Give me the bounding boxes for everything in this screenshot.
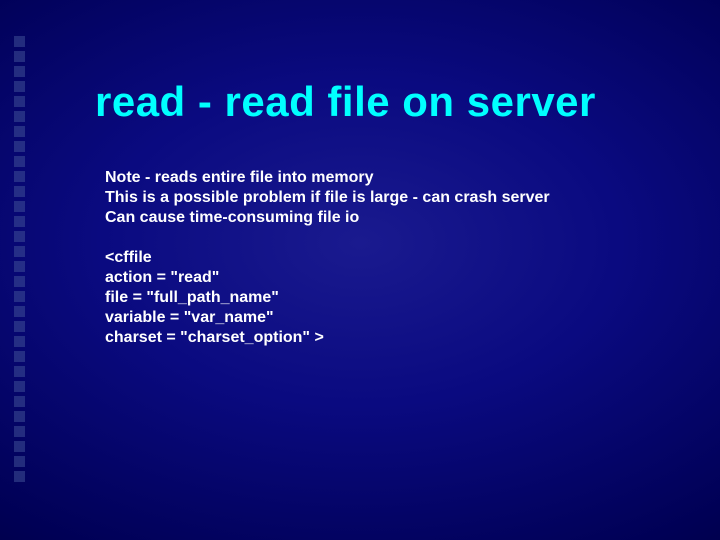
note-line: Can cause time-consuming file io: [105, 208, 550, 228]
slide-title: read - read file on server: [95, 78, 596, 126]
code-line: <cffile: [105, 248, 550, 268]
decorative-dot-strip: [14, 36, 28, 482]
code-line: variable = "var_name": [105, 308, 550, 328]
slide: read - read file on server Note - reads …: [0, 0, 720, 540]
code-line: action = "read": [105, 268, 550, 288]
code-line: charset = "charset_option" >: [105, 328, 550, 348]
code-line: file = "full_path_name": [105, 288, 550, 308]
slide-body: Note - reads entire file into memory Thi…: [105, 168, 550, 348]
note-line: This is a possible problem if file is la…: [105, 188, 550, 208]
note-line: Note - reads entire file into memory: [105, 168, 550, 188]
